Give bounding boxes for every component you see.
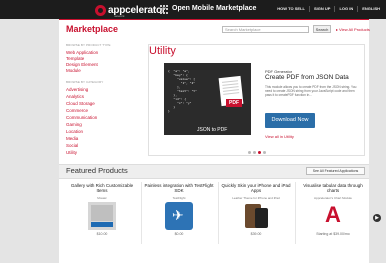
carousel-dot[interactable] bbox=[253, 151, 256, 154]
view-all-in-utility-link[interactable]: View all in Utility bbox=[265, 134, 294, 139]
appcelerator-logo-icon bbox=[95, 4, 106, 16]
product-name[interactable]: Visualise tabular data through charts bbox=[297, 183, 369, 195]
product-card-testflight[interactable]: Painless integration with TestFlight SDK… bbox=[143, 183, 215, 243]
sidebar-item-utility[interactable]: Utility bbox=[66, 150, 77, 155]
product-vendor: Mosaic bbox=[97, 196, 107, 200]
sidebar-item-template[interactable]: Template bbox=[66, 56, 84, 61]
product-card-mosaic[interactable]: Gallery with Rich Customizable Items Mos… bbox=[66, 183, 138, 243]
divider bbox=[295, 182, 296, 244]
testflight-icon[interactable] bbox=[165, 202, 193, 230]
carousel-dot-active[interactable] bbox=[258, 151, 261, 154]
top-nav: HOW TO SELL SIGN UP LOG IN ENGLISH bbox=[273, 6, 384, 12]
sidebar-item-design-element[interactable]: Design Element bbox=[66, 62, 98, 67]
view-all-products-link[interactable]: View All Products bbox=[336, 27, 370, 32]
product-subtitle: Create PDF from JSON Data bbox=[265, 74, 349, 81]
feature-section-title: Utility bbox=[149, 45, 176, 57]
next-arrow-icon[interactable]: ▶ bbox=[373, 214, 381, 222]
search-input[interactable]: Search Marketplace bbox=[222, 26, 309, 33]
mosaic-thumbnail[interactable] bbox=[88, 202, 116, 230]
product-name[interactable]: Painless integration with TestFlight SDK bbox=[143, 183, 215, 195]
sidebar-item-location[interactable]: Location bbox=[66, 129, 83, 134]
leather-theme-icon[interactable] bbox=[242, 202, 270, 230]
pdf-tag: PDF bbox=[226, 99, 242, 107]
nav-sign-up[interactable]: SIGN UP bbox=[308, 6, 334, 12]
carousel-dot[interactable] bbox=[248, 151, 251, 154]
download-now-button[interactable]: Download Now bbox=[265, 113, 315, 128]
sidebar-item-advertising[interactable]: Advertising bbox=[66, 87, 88, 92]
product-card-leather[interactable]: Quickly Skin your iPhone and iPad Apps L… bbox=[220, 183, 292, 243]
nav-log-in[interactable]: LOG IN bbox=[334, 6, 357, 12]
see-all-featured-button[interactable]: See All Featured Applications bbox=[306, 167, 365, 175]
nav-language[interactable]: ENGLISH bbox=[357, 6, 384, 12]
product-name[interactable]: Gallery with Rich Customizable Items bbox=[66, 183, 138, 195]
carousel-dots bbox=[248, 151, 266, 154]
sidebar-item-web-application[interactable]: Web Application bbox=[66, 50, 98, 55]
product-description: This module allows you to create PDF fro… bbox=[265, 85, 357, 97]
sidebar-item-module[interactable]: Module bbox=[66, 68, 81, 73]
accent-line bbox=[59, 19, 369, 20]
sidebar-item-social[interactable]: Social bbox=[66, 143, 78, 148]
logo-subtitle: network bbox=[114, 14, 125, 18]
product-type-heading: BROWSE BY PRODUCT TYPE bbox=[66, 43, 111, 47]
grid-icon bbox=[160, 5, 169, 14]
sidebar-item-media[interactable]: Media bbox=[66, 136, 78, 141]
product-vendor: TestFlight bbox=[172, 196, 186, 200]
sidebar-item-cloud-storage[interactable]: Cloud Storage bbox=[66, 101, 95, 106]
search-button[interactable]: Search bbox=[313, 25, 331, 33]
json-code-illustration: { "a": "a", "key": { "value": [ "1", "2"… bbox=[168, 69, 197, 113]
page-title: Marketplace bbox=[66, 24, 119, 34]
product-price: Starting at $39.00/mo bbox=[316, 232, 350, 236]
product-price: $39.00 bbox=[250, 232, 262, 236]
divider bbox=[141, 182, 142, 244]
sidebar-item-communication[interactable]: Communication bbox=[66, 115, 97, 120]
nav-how-to-sell[interactable]: HOW TO SELL bbox=[273, 6, 309, 12]
product-name[interactable]: Quickly Skin your iPhone and iPad Apps bbox=[220, 183, 292, 195]
category-heading: BROWSE BY CATEGORY bbox=[66, 80, 104, 84]
product-vendor: Leather Theme for iPhone and iPad bbox=[232, 196, 280, 200]
sidebar-item-analytics[interactable]: Analytics bbox=[66, 94, 84, 99]
json-to-pdf-label: JSON to PDF bbox=[197, 127, 228, 133]
featured-products-title: Featured Products bbox=[66, 166, 128, 175]
product-price: $0.00 bbox=[174, 232, 184, 236]
appcelerator-logo-icon[interactable] bbox=[319, 202, 347, 230]
marketplace-title[interactable]: Open Mobile Marketplace bbox=[172, 5, 256, 12]
divider bbox=[218, 182, 219, 244]
appcelerator-logo[interactable]: appcelerator bbox=[95, 3, 166, 17]
product-vendor: Appcelerator's Chart Module bbox=[314, 196, 352, 200]
sidebar-item-gaming[interactable]: Gaming bbox=[66, 122, 82, 127]
carousel-dot[interactable] bbox=[263, 151, 266, 154]
sidebar-item-commerce[interactable]: Commerce bbox=[66, 108, 88, 113]
product-card-chart-module[interactable]: Visualise tabular data through charts Ap… bbox=[297, 183, 369, 243]
product-price: $10.00 bbox=[96, 232, 108, 236]
feature-image[interactable]: { "a": "a", "key": { "value": [ "1", "2"… bbox=[164, 63, 251, 135]
